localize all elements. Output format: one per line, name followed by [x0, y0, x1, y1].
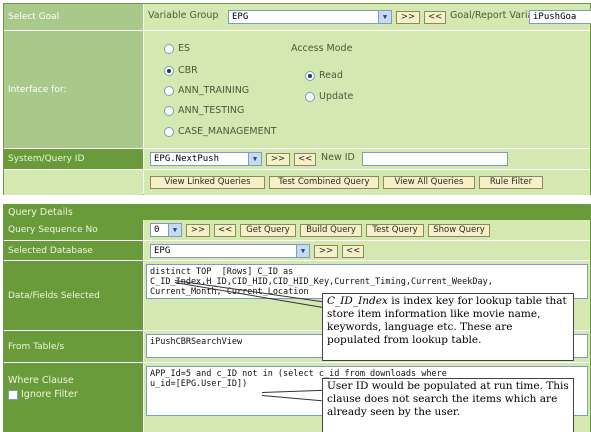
radio-ann-testing-label: ANN_TESTING — [178, 105, 245, 116]
database-value: EPG — [154, 246, 171, 256]
new-id-input[interactable] — [362, 152, 508, 166]
chevron-down-icon: ▼ — [296, 245, 309, 257]
database-next-button[interactable]: >> — [314, 245, 338, 258]
user-id-callout: User ID would be populated at run time. … — [322, 378, 574, 432]
get-query-button[interactable]: Get Query — [240, 224, 296, 237]
new-id-label: New ID — [321, 152, 355, 163]
sequence-select[interactable]: 0 ▼ — [150, 223, 182, 237]
radio-es[interactable] — [164, 44, 174, 54]
system-query-next-button[interactable]: >> — [266, 153, 290, 166]
report-variable-input[interactable]: iPushGoa — [529, 10, 591, 24]
radio-read-label: Read — [319, 70, 343, 81]
from-label: From Table/s — [4, 331, 143, 363]
radio-ann-training[interactable] — [164, 86, 174, 96]
view-all-queries-button[interactable]: View All Queries — [383, 176, 475, 189]
where-label-cell: Where Clause Ignore Filter — [4, 363, 143, 432]
query-actions-spacer — [4, 170, 143, 196]
database-select[interactable]: EPG ▼ — [150, 244, 310, 258]
chevron-down-icon: ▼ — [168, 224, 181, 236]
radio-es-label: ES — [178, 43, 191, 54]
chevron-down-icon: ▼ — [378, 11, 391, 23]
database-row: Selected Database EPG ▼ >> << — [4, 241, 590, 261]
query-details-header: Query Details — [4, 205, 590, 220]
query-details-title: Query Details — [8, 207, 73, 218]
sequence-label: Query Sequence No — [4, 220, 143, 241]
select-goal-label: Select Goal — [4, 4, 143, 31]
where-label: Where Clause — [8, 375, 74, 386]
sequence-next-button[interactable]: >> — [186, 224, 210, 237]
goal-panel: Select Goal Variable Group EPG ▼ >> << G… — [3, 3, 591, 196]
rule-filter-button[interactable]: Rule Filter — [479, 176, 543, 189]
ignore-filter-checkbox[interactable] — [8, 390, 18, 400]
user-id-text: User ID would be populated at run time. … — [327, 380, 569, 418]
radio-case-management-label: CASE_MANAGEMENT — [178, 126, 277, 137]
query-actions-cell: View Linked Queries Test Combined Query … — [144, 170, 590, 196]
radio-ann-testing[interactable] — [164, 106, 174, 116]
radio-cbr-label: CBR — [178, 65, 198, 76]
query-actions-row: View Linked Queries Test Combined Query … — [4, 170, 590, 196]
access-mode-label: Access Mode — [291, 43, 353, 54]
fields-label: Data/Fields Selected — [4, 261, 143, 331]
system-query-row: System/Query ID EPG.NextPush ▼ >> << New… — [4, 149, 590, 170]
system-query-value: EPG.NextPush — [154, 154, 220, 164]
database-prev-button[interactable]: << — [342, 245, 364, 258]
interface-row: Interface for: ES CBR ANN_TRAINING ANN_T… — [4, 31, 590, 149]
ignore-filter-label: Ignore Filter — [21, 389, 78, 400]
show-query-button[interactable]: Show Query — [428, 224, 490, 237]
select-goal-cell: Variable Group EPG ▼ >> << Goal/Report V… — [144, 4, 591, 31]
index-key-callout: C_ID_Index is index key for lookup table… — [322, 293, 574, 361]
view-linked-queries-button[interactable]: View Linked Queries — [150, 176, 265, 189]
radio-ann-training-label: ANN_TRAINING — [178, 85, 250, 96]
sequence-cell: 0 ▼ >> << Get Query Build Query Test Que… — [144, 220, 590, 241]
variable-group-select[interactable]: EPG ▼ — [228, 10, 392, 24]
test-query-button[interactable]: Test Query — [366, 224, 424, 237]
database-cell: EPG ▼ >> << — [144, 241, 590, 261]
radio-cbr[interactable] — [164, 66, 174, 76]
variable-group-value: EPG — [232, 12, 249, 22]
build-query-button[interactable]: Build Query — [300, 224, 362, 237]
system-query-select[interactable]: EPG.NextPush ▼ — [150, 152, 262, 166]
interface-label: Interface for: — [4, 31, 143, 149]
sequence-prev-button[interactable]: << — [214, 224, 236, 237]
index-key-term: C_ID_Index — [327, 295, 388, 307]
interface-cell: ES CBR ANN_TRAINING ANN_TESTING CASE_MAN… — [144, 31, 590, 149]
radio-update-label: Update — [319, 91, 354, 102]
variable-group-next-button[interactable]: >> — [396, 11, 420, 24]
radio-case-management[interactable] — [164, 127, 174, 137]
chevron-down-icon: ▼ — [248, 153, 261, 165]
sequence-value: 0 — [154, 225, 160, 235]
select-goal-row: Select Goal Variable Group EPG ▼ >> << G… — [4, 4, 591, 31]
radio-update[interactable] — [305, 92, 315, 102]
test-combined-query-button[interactable]: Test Combined Query — [269, 176, 379, 189]
query-builder-form: Select Goal Variable Group EPG ▼ >> << G… — [0, 0, 591, 432]
system-query-prev-button[interactable]: << — [294, 153, 316, 166]
radio-read[interactable] — [305, 71, 315, 81]
variable-group-prev-button[interactable]: << — [424, 11, 446, 24]
variable-group-label: Variable Group — [148, 10, 219, 21]
sequence-row: Query Sequence No 0 ▼ >> << Get Query Bu… — [4, 220, 590, 241]
system-query-cell: EPG.NextPush ▼ >> << New ID — [144, 149, 590, 170]
database-label: Selected Database — [4, 241, 143, 261]
system-query-label: System/Query ID — [4, 149, 143, 170]
